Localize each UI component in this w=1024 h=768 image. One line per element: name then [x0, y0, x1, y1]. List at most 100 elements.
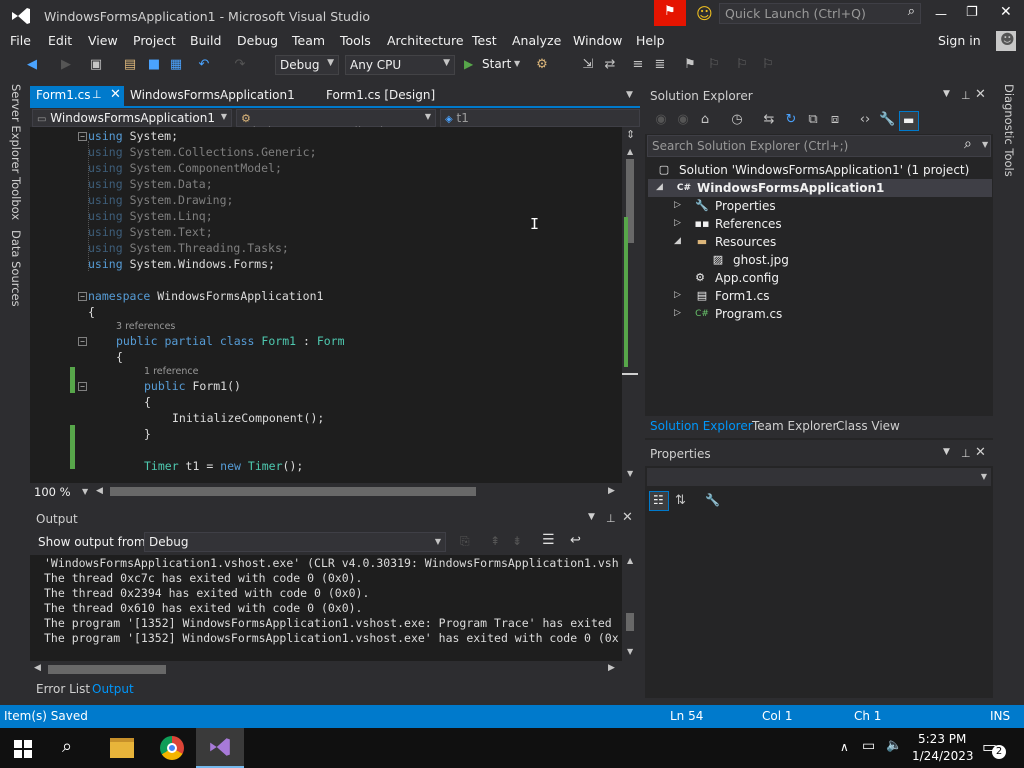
close-icon[interactable]: ✕: [975, 445, 986, 460]
network-icon[interactable]: ▭: [862, 738, 875, 754]
data-sources-tab[interactable]: Data Sources: [9, 230, 23, 307]
chrome-icon[interactable]: [160, 736, 184, 760]
properties-object-dropdown[interactable]: ▼: [647, 468, 991, 486]
forward-icon[interactable]: ▶: [58, 57, 74, 73]
collapse-all-icon[interactable]: ⧉: [805, 112, 821, 128]
output-source-dropdown[interactable]: Debug ▼: [144, 532, 446, 552]
collapsed-arrow-icon[interactable]: ▷: [674, 200, 681, 210]
diagnostic-tools-tab[interactable]: Diagnostic Tools: [1002, 84, 1016, 177]
step-over-icon[interactable]: ⇄: [602, 57, 618, 73]
feedback-flag-button[interactable]: ⚑: [654, 0, 686, 26]
properties-icon[interactable]: 🔧: [879, 112, 895, 128]
categorized-button[interactable]: ☷: [649, 491, 669, 511]
show-all-files-icon[interactable]: ⧈: [827, 112, 843, 128]
bookmark-icon[interactable]: ⚑: [682, 57, 698, 73]
split-icon[interactable]: ⇕: [626, 128, 635, 141]
menu-team[interactable]: Team: [292, 33, 325, 48]
prev-message-icon[interactable]: ⇞: [490, 534, 500, 548]
minimize-button[interactable]: —: [935, 7, 947, 21]
attach-icon[interactable]: ⚙: [534, 57, 550, 73]
tab-error-list[interactable]: Error List: [36, 682, 90, 696]
tab-output[interactable]: Output: [92, 682, 134, 696]
collapse-icon[interactable]: −: [78, 382, 87, 391]
history-icon[interactable]: ◷: [729, 112, 745, 128]
visual-studio-taskbar-button[interactable]: [196, 728, 244, 768]
windows-start-icon[interactable]: [14, 740, 32, 758]
chevron-down-icon[interactable]: ▼: [588, 512, 595, 522]
menu-file[interactable]: File: [10, 33, 31, 48]
project-dropdown[interactable]: ▭ WindowsFormsApplication1 ▼: [32, 109, 232, 127]
server-explorer-tab[interactable]: Server Explorer: [9, 84, 23, 173]
file-explorer-icon[interactable]: [110, 738, 134, 758]
scroll-up-icon[interactable]: ▲: [627, 556, 633, 565]
quick-launch-box[interactable]: Quick Launch (Ctrl+Q) ⌕: [719, 3, 921, 24]
scroll-right-icon[interactable]: ▶: [608, 486, 615, 496]
undo-icon[interactable]: ↶: [196, 57, 212, 73]
property-pages-icon[interactable]: 🔧: [705, 493, 720, 507]
next-message-icon[interactable]: ⇟: [512, 534, 522, 548]
collapsed-arrow-icon[interactable]: ▷: [674, 218, 681, 228]
redo-icon[interactable]: ↷: [232, 57, 248, 73]
chevron-up-icon[interactable]: ∧: [840, 740, 849, 754]
scroll-up-icon[interactable]: ▲: [627, 147, 633, 156]
class-dropdown[interactable]: ⚙ WindowsFormsApplication1.Fo ▼: [236, 109, 436, 139]
view-code-icon[interactable]: ‹›: [857, 112, 873, 128]
menu-architecture[interactable]: Architecture: [387, 33, 464, 48]
clock-date[interactable]: 1/24/2023: [912, 749, 974, 763]
expanded-arrow-icon[interactable]: ◢: [656, 182, 663, 192]
tab-form1-design[interactable]: Form1.cs [Design]: [320, 86, 460, 106]
goto-location-icon[interactable]: ⎘: [460, 534, 470, 549]
menu-tools[interactable]: Tools: [340, 33, 371, 48]
output-text[interactable]: 'WindowsFormsApplication1.vshost.exe' (C…: [30, 555, 622, 661]
notifications-button[interactable]: ▭ 2: [982, 737, 1006, 759]
feedback-smiley-icon[interactable]: ☺: [696, 4, 713, 23]
pin-icon[interactable]: ⊥: [961, 89, 971, 102]
comment-icon[interactable]: ≡: [630, 57, 646, 73]
tab-solution-explorer[interactable]: Solution Explorer: [650, 419, 753, 433]
menu-build[interactable]: Build: [190, 33, 221, 48]
scroll-down-icon[interactable]: ▼: [627, 647, 633, 656]
uncomment-icon[interactable]: ≣: [652, 57, 668, 73]
chevron-down-icon[interactable]: ▼: [943, 447, 950, 457]
output-vertical-scrollbar[interactable]: ▲ ▼: [622, 555, 640, 661]
scroll-thumb[interactable]: [48, 665, 166, 674]
solution-explorer-search[interactable]: Search Solution Explorer (Ctrl+;) ⌕ ▼: [647, 135, 991, 157]
expanded-arrow-icon[interactable]: ◢: [674, 236, 681, 246]
config-dropdown[interactable]: Debug ▼: [275, 55, 339, 75]
menu-edit[interactable]: Edit: [48, 33, 72, 48]
sync-icon[interactable]: ⇆: [761, 112, 777, 128]
clock-time[interactable]: 5:23 PM: [918, 732, 966, 746]
menu-view[interactable]: View: [88, 33, 118, 48]
menu-project[interactable]: Project: [133, 33, 176, 48]
word-wrap-icon[interactable]: ↩: [570, 533, 581, 548]
chevron-down-icon[interactable]: ▼: [982, 140, 988, 149]
menu-analyze[interactable]: Analyze: [512, 33, 561, 48]
forward-icon[interactable]: ◉: [675, 112, 691, 128]
tab-windowsformsapplication1[interactable]: WindowsFormsApplication1: [124, 86, 314, 106]
collapsed-arrow-icon[interactable]: ▷: [674, 308, 681, 318]
platform-dropdown[interactable]: Any CPU ▼: [345, 55, 455, 75]
back-icon[interactable]: ◀: [24, 57, 40, 73]
solution-search-input[interactable]: Search Solution Explorer (Ctrl+;): [652, 139, 848, 153]
tab-team-explorer[interactable]: Team Explorer: [752, 419, 838, 433]
tab-class-view[interactable]: Class View: [836, 419, 900, 433]
editor-vertical-scrollbar[interactable]: ⇕ ▲ ▼: [622, 127, 640, 483]
search-icon[interactable]: ⌕: [62, 736, 72, 757]
menu-window[interactable]: Window: [573, 33, 622, 48]
pin-icon[interactable]: ⊥: [92, 88, 102, 101]
alphabetical-icon[interactable]: ⇅: [675, 493, 686, 508]
codelens-references[interactable]: 3 references: [116, 321, 175, 332]
zoom-level[interactable]: 100 %: [34, 485, 71, 499]
sign-in-link[interactable]: Sign in: [938, 33, 981, 48]
menu-debug[interactable]: Debug: [237, 33, 278, 48]
scroll-thumb[interactable]: [626, 613, 634, 631]
open-file-icon[interactable]: ▤: [122, 57, 138, 73]
step-icon[interactable]: ⇲: [580, 57, 596, 73]
codelens-references[interactable]: 1 reference: [144, 366, 198, 377]
next-bookmark-icon[interactable]: ⚐: [734, 57, 750, 73]
scroll-down-icon[interactable]: ▼: [627, 469, 633, 478]
search-icon[interactable]: ⌕: [964, 136, 972, 152]
collapsed-arrow-icon[interactable]: ▷: [674, 290, 681, 300]
back-icon[interactable]: ◉: [653, 112, 669, 128]
close-icon[interactable]: ✕: [110, 87, 121, 102]
